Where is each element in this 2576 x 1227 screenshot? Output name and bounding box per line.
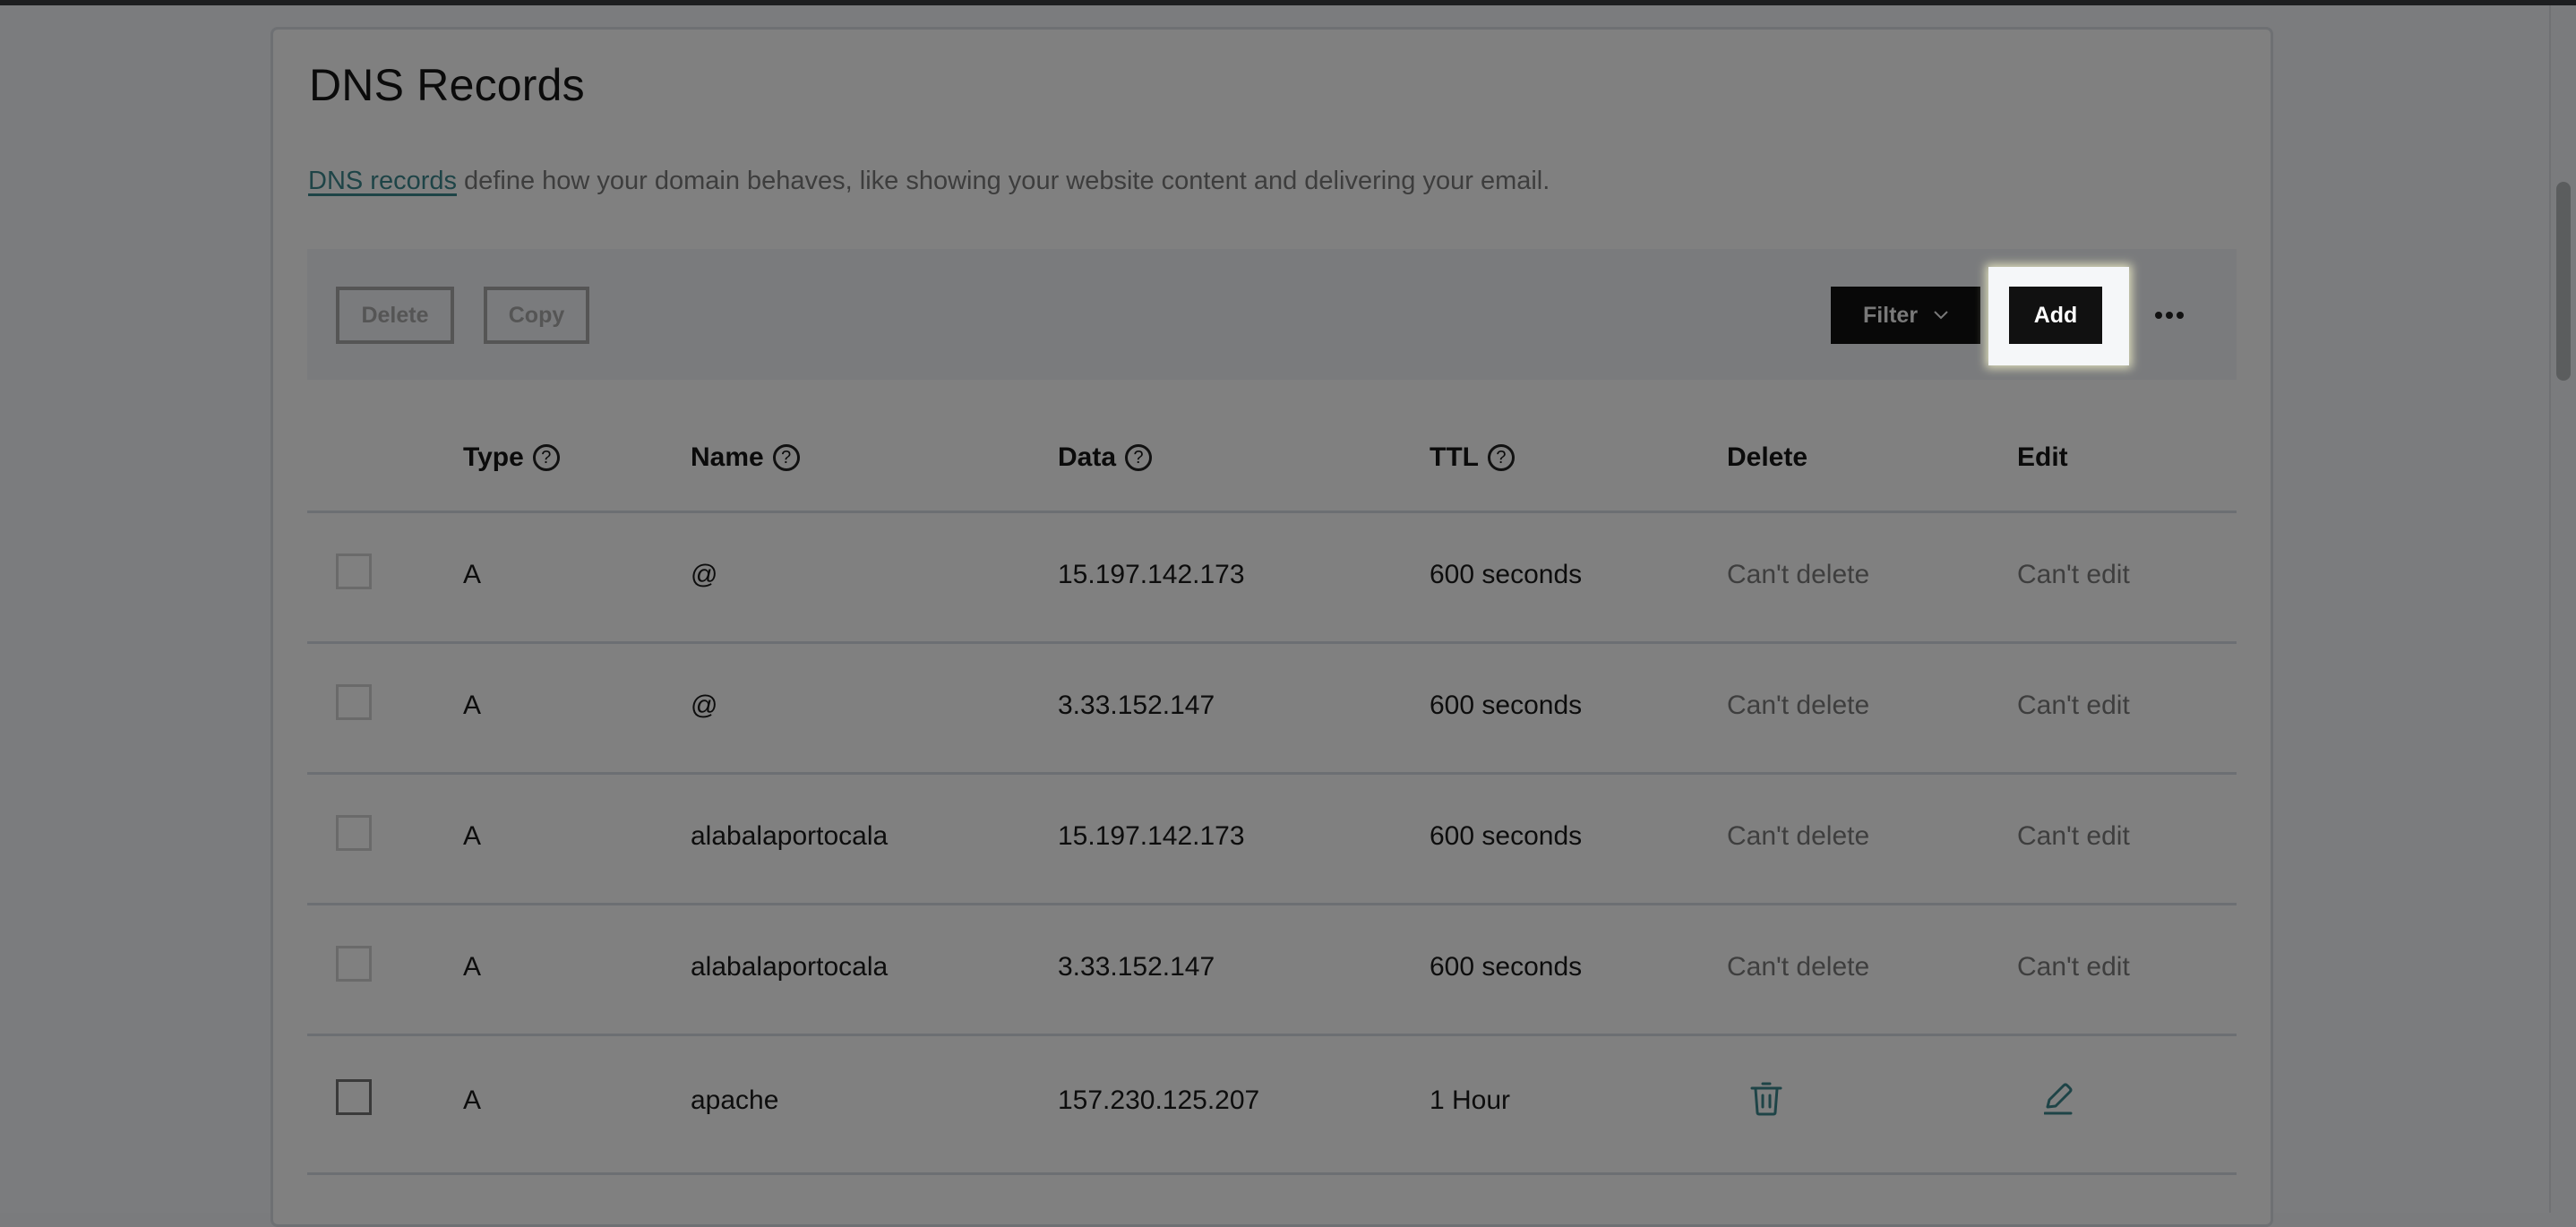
cell-type: A [463, 821, 482, 851]
row-checkbox[interactable] [336, 684, 372, 720]
cell-data: 3.33.152.147 [1058, 952, 1215, 982]
help-circle-icon[interactable]: ? [772, 444, 800, 471]
column-header-edit: Edit [2017, 442, 2068, 473]
page-description: DNS records define how your domain behav… [308, 167, 1550, 196]
more-horizontal-icon-dot [2155, 312, 2162, 319]
help-circle-icon[interactable]: ? [1487, 444, 1515, 471]
column-header-name: Name ? [691, 442, 800, 473]
cell-type: A [463, 691, 482, 720]
table-row: A @ 3.33.152.147 600 seconds Can't delet… [307, 644, 2237, 773]
cell-data: 157.230.125.207 [1058, 1085, 1260, 1115]
cell-delete-status: Can't delete [1727, 560, 1870, 589]
cell-type: A [463, 1085, 482, 1115]
cell-delete-status: Can't delete [1727, 821, 1870, 851]
cell-delete-status: Can't delete [1727, 952, 1870, 982]
more-horizontal-icon-dot [2166, 312, 2173, 319]
cell-ttl: 600 seconds [1430, 691, 1583, 720]
row-checkbox[interactable] [336, 946, 372, 982]
pencil-icon [2044, 1083, 2073, 1115]
table-row: A @ 15.197.142.173 600 seconds Can't del… [307, 513, 2237, 642]
column-header-data: Data ? [1058, 442, 1153, 473]
column-header-data-label: Data [1058, 442, 1117, 472]
cell-data: 15.197.142.173 [1058, 560, 1245, 589]
cell-edit-status: Can't edit [2017, 691, 2130, 720]
cell-type: A [463, 952, 482, 982]
row-checkbox[interactable] [336, 1079, 372, 1115]
cell-edit-status: Can't edit [2017, 821, 2130, 851]
delete-selected-button[interactable]: Delete [336, 287, 454, 344]
cell-name: @ [691, 560, 718, 589]
column-header-ttl-label: TTL [1430, 442, 1479, 472]
cell-name: apache [691, 1085, 779, 1115]
trash-icon [1750, 1082, 1782, 1116]
help-circle-icon[interactable]: ? [1125, 444, 1153, 471]
chevron-down-icon [1934, 311, 1948, 320]
cell-ttl: 600 seconds [1430, 952, 1583, 982]
cell-edit-status: Can't edit [2017, 560, 2130, 589]
copy-selected-button[interactable]: Copy [484, 287, 589, 344]
description-text: define how your domain behaves, like sho… [457, 167, 1550, 195]
cell-delete-status: Can't delete [1727, 691, 1870, 720]
column-header-name-label: Name [691, 442, 764, 472]
table-row: A apache 157.230.125.207 1 Hour [307, 1036, 2237, 1172]
cell-name: alabalaportocala [691, 821, 889, 851]
table-row: A alabalaportocala 15.197.142.173 600 se… [307, 775, 2237, 904]
filter-dropdown-button[interactable]: Filter [1831, 287, 1980, 344]
row-checkbox[interactable] [336, 553, 372, 589]
cell-type: A [463, 560, 482, 589]
column-header-delete: Delete [1727, 442, 1807, 473]
page-title: DNS Records [309, 60, 585, 110]
column-header-edit-label: Edit [2017, 442, 2068, 472]
cell-data: 3.33.152.147 [1058, 691, 1215, 720]
cell-name: @ [691, 691, 718, 720]
cell-edit-status: Can't edit [2017, 952, 2130, 982]
column-header-ttl: TTL ? [1430, 442, 1515, 473]
dns-records-link[interactable]: DNS records [308, 167, 457, 195]
column-header-delete-label: Delete [1727, 442, 1808, 472]
filter-label: Filter [1862, 302, 1919, 328]
column-header-type: Type ? [463, 442, 560, 473]
more-options-button[interactable] [2150, 296, 2189, 335]
cell-ttl: 600 seconds [1430, 560, 1583, 589]
more-horizontal-icon-dot [2177, 312, 2184, 319]
scrollbar-thumb[interactable] [2556, 182, 2571, 381]
row-divider [307, 1172, 2237, 1175]
cell-ttl: 600 seconds [1430, 821, 1583, 851]
edit-record-button[interactable] [2041, 1081, 2077, 1117]
cell-name: alabalaportocala [691, 952, 889, 982]
delete-record-button[interactable] [1748, 1081, 1784, 1117]
row-checkbox[interactable] [336, 815, 372, 851]
add-record-button[interactable]: Add [2009, 287, 2102, 344]
column-header-type-label: Type [463, 442, 524, 472]
cell-data: 15.197.142.173 [1058, 821, 1245, 851]
help-circle-icon[interactable]: ? [532, 444, 560, 471]
cell-ttl: 1 Hour [1430, 1085, 1511, 1115]
table-row: A alabalaportocala 3.33.152.147 600 seco… [307, 905, 2237, 1034]
